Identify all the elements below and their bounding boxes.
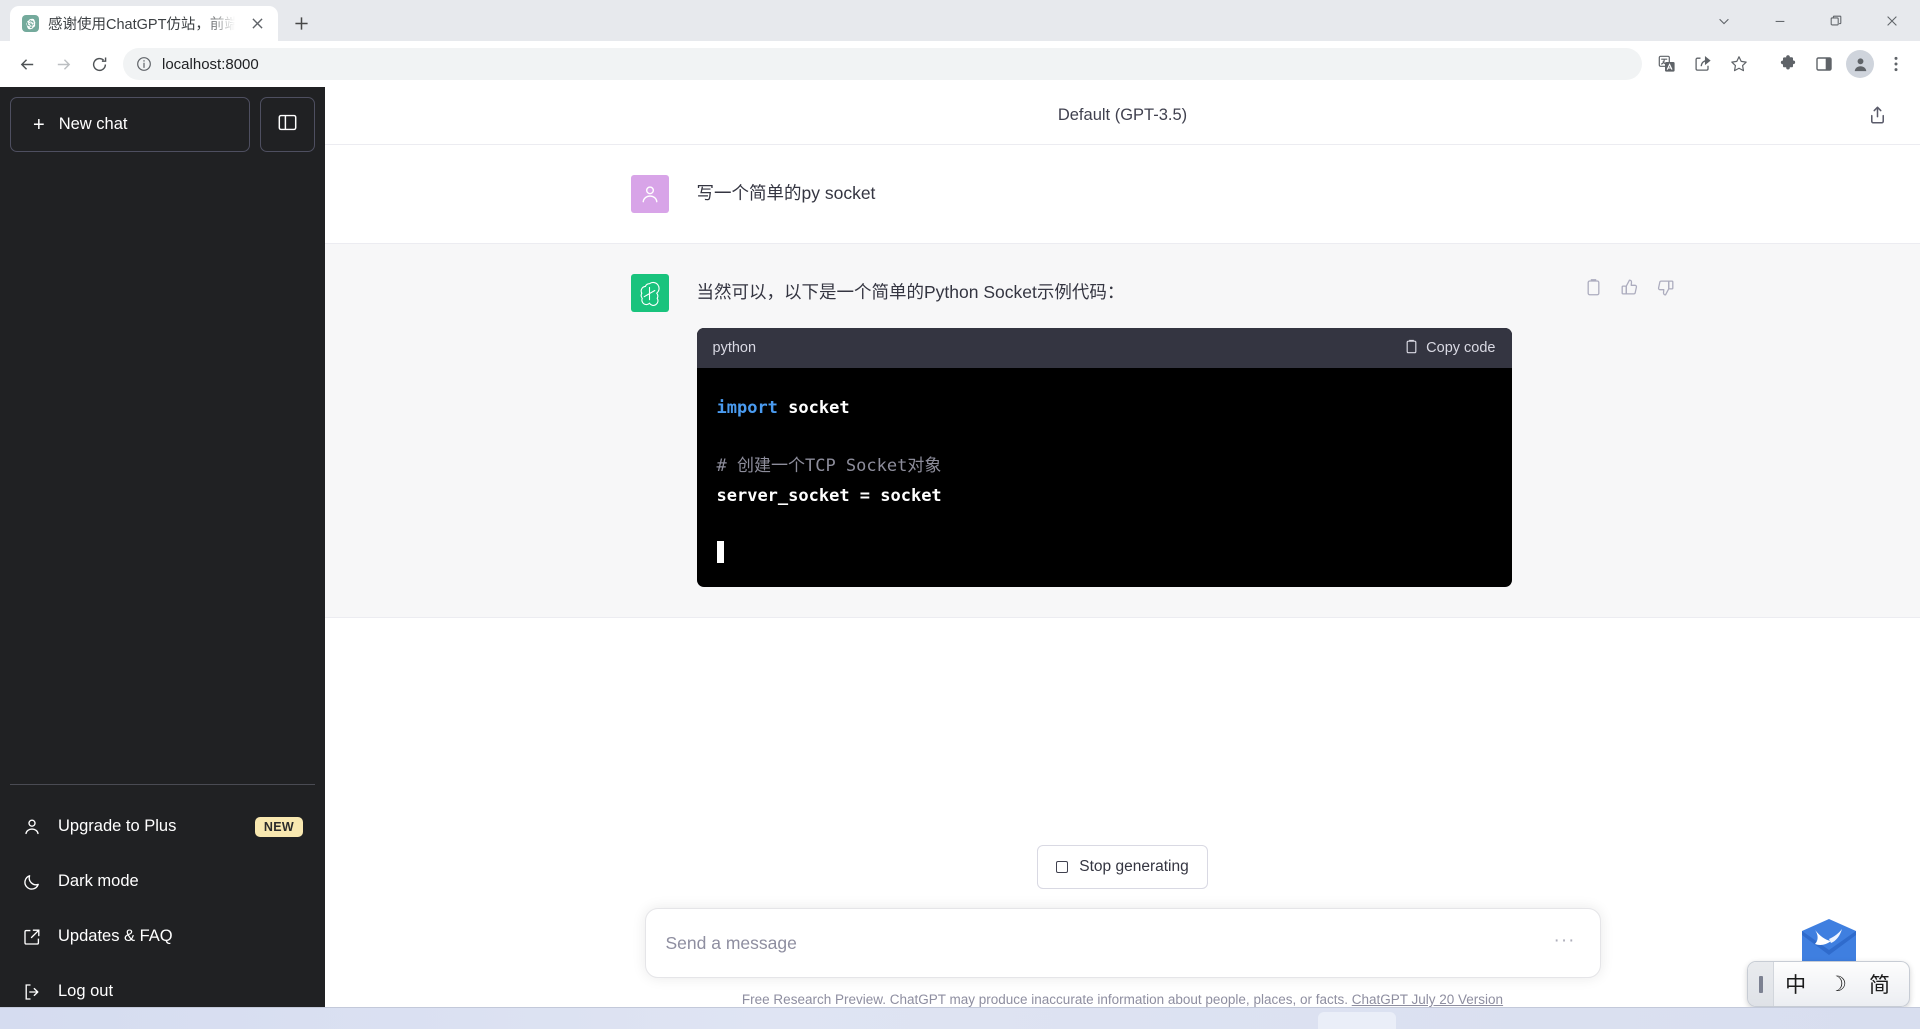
sidebar-top: + New chat bbox=[10, 97, 315, 152]
user-avatar bbox=[630, 175, 669, 213]
profile-avatar[interactable] bbox=[1846, 50, 1874, 78]
forward-icon[interactable] bbox=[46, 47, 80, 81]
share-page-icon[interactable] bbox=[1687, 48, 1719, 80]
version-link[interactable]: ChatGPT July 20 Version bbox=[1352, 992, 1503, 1007]
typing-caret bbox=[716, 541, 724, 564]
tab-search-chevron-icon[interactable] bbox=[1696, 0, 1752, 41]
chatgpt-favicon bbox=[22, 15, 39, 32]
sidebar-item-label: Dark mode bbox=[58, 872, 139, 890]
copy-icon[interactable] bbox=[1584, 278, 1603, 297]
main-panel: Default (GPT-3.5) 写一个简单的py socket 当然可以，以… bbox=[325, 87, 1920, 1029]
new-chat-button[interactable]: + New chat bbox=[10, 97, 250, 152]
code-language-label: python bbox=[712, 340, 757, 356]
code-block-header: python Copy code bbox=[696, 328, 1512, 368]
translate-icon[interactable] bbox=[1651, 48, 1683, 80]
side-panel-toggle-icon bbox=[277, 112, 298, 138]
code-token-comment: # 创建一个TCP Socket对象 bbox=[716, 456, 942, 477]
chatgpt-app: + New chat Upgrade to Plus NEW Dark mode… bbox=[0, 87, 1920, 1029]
ime-drag-handle[interactable] bbox=[1748, 962, 1775, 1006]
taskbar-window-tile[interactable] bbox=[1318, 1012, 1396, 1029]
ime-simplified-toggle[interactable]: 简 bbox=[1858, 969, 1901, 999]
window-controls bbox=[1696, 0, 1920, 41]
message-assistant: 当然可以，以下是一个简单的Python Socket示例代码： python C… bbox=[325, 243, 1920, 619]
address-bar[interactable]: localhost:8000 bbox=[123, 48, 1642, 80]
mail-app-icon[interactable] bbox=[1798, 917, 1860, 967]
new-chat-label: New chat bbox=[58, 115, 128, 133]
share-chat-icon[interactable] bbox=[1862, 101, 1892, 131]
moon-icon bbox=[22, 872, 42, 892]
user-message-text: 写一个简单的py socket bbox=[696, 183, 876, 203]
assistant-message-text: 当然可以，以下是一个简单的Python Socket示例代码： bbox=[696, 282, 1125, 302]
stop-generating-wrap: Stop generating bbox=[325, 845, 1920, 889]
sidebar-item-dark-mode[interactable]: Dark mode bbox=[10, 854, 315, 909]
logout-icon bbox=[22, 982, 42, 1002]
disclaimer: Free Research Preview. ChatGPT may produ… bbox=[325, 992, 1920, 1007]
browser-tab-title: 感谢使用ChatGPT仿站，前端高仿 bbox=[48, 17, 237, 33]
back-icon[interactable] bbox=[10, 47, 44, 81]
sidebar-item-label: Upgrade to Plus bbox=[58, 817, 177, 835]
ime-moon-icon[interactable]: ☽ bbox=[1817, 972, 1858, 996]
sidebar: + New chat Upgrade to Plus NEW Dark mode… bbox=[0, 87, 325, 1029]
sidebar-item-upgrade-to-plus[interactable]: Upgrade to Plus NEW bbox=[10, 799, 315, 854]
browser-tab[interactable]: 感谢使用ChatGPT仿站，前端高仿 bbox=[10, 6, 278, 41]
message-action-bar bbox=[1584, 278, 1675, 297]
os-taskbar bbox=[0, 1007, 1920, 1029]
disclaimer-text: Free Research Preview. ChatGPT may produ… bbox=[741, 992, 1352, 1007]
ime-language-toggle[interactable]: 中 bbox=[1774, 969, 1817, 999]
chat-header: Default (GPT-3.5) bbox=[325, 87, 1920, 145]
composer-more-icon[interactable]: ··· bbox=[1554, 931, 1576, 956]
restore-icon[interactable] bbox=[1808, 0, 1864, 41]
stop-generating-button[interactable]: Stop generating bbox=[1037, 845, 1208, 889]
clipboard-icon bbox=[1404, 339, 1419, 358]
code-block: python Copy code import socket # 创建一个TCP… bbox=[696, 328, 1512, 588]
new-tab-button[interactable] bbox=[284, 6, 318, 40]
person-icon bbox=[22, 817, 42, 837]
close-tab-icon[interactable] bbox=[246, 13, 268, 35]
sidebar-footer: Upgrade to Plus NEW Dark mode Updates & … bbox=[10, 784, 315, 1019]
conversation-thread: 写一个简单的py socket 当然可以，以下是一个简单的Python Sock… bbox=[325, 145, 1920, 845]
model-selector-label[interactable]: Default (GPT-3.5) bbox=[1058, 106, 1187, 125]
sidebar-item-updates-faq[interactable]: Updates & FAQ bbox=[10, 909, 315, 964]
copy-code-label: Copy code bbox=[1426, 340, 1496, 356]
toolbar-divider bbox=[1763, 53, 1764, 75]
code-token-keyword: import bbox=[716, 398, 778, 418]
extensions-puzzle-icon[interactable] bbox=[1772, 48, 1804, 80]
close-window-icon[interactable] bbox=[1864, 0, 1920, 41]
composer-zone: Stop generating ··· Free Research Previe… bbox=[325, 845, 1920, 1029]
reload-icon[interactable] bbox=[82, 47, 116, 81]
address-bar-url: localhost:8000 bbox=[162, 55, 259, 73]
code-token-plain: server_socket = socket bbox=[716, 485, 942, 506]
sidebar-item-label: Updates & FAQ bbox=[58, 927, 173, 945]
chatgpt-avatar bbox=[630, 274, 669, 312]
message-user: 写一个简单的py socket bbox=[325, 145, 1920, 243]
conversation-list bbox=[10, 152, 315, 784]
stop-square-icon bbox=[1056, 861, 1069, 873]
copy-code-button[interactable]: Copy code bbox=[1404, 339, 1496, 358]
thumbs-up-icon[interactable] bbox=[1620, 278, 1639, 297]
plus-icon: + bbox=[33, 113, 45, 136]
sidebar-toggle-button[interactable] bbox=[260, 97, 315, 152]
side-panel-icon[interactable] bbox=[1808, 48, 1840, 80]
message-input[interactable] bbox=[665, 932, 1554, 954]
message-composer[interactable]: ··· bbox=[644, 908, 1601, 978]
code-token-rest: socket bbox=[777, 398, 850, 418]
thumbs-down-icon[interactable] bbox=[1656, 278, 1675, 297]
minimize-icon[interactable] bbox=[1752, 0, 1808, 41]
site-info-icon[interactable] bbox=[136, 56, 152, 72]
toolbar-icons bbox=[1651, 48, 1912, 80]
status-badge: NEW bbox=[254, 816, 303, 837]
code-block-content: import socket # 创建一个TCP Socket对象 server_… bbox=[697, 368, 1512, 587]
sidebar-item-label: Log out bbox=[58, 982, 114, 1000]
external-link-icon bbox=[22, 927, 42, 947]
stop-generating-label: Stop generating bbox=[1079, 858, 1189, 875]
browser-tab-strip: 感谢使用ChatGPT仿站，前端高仿 bbox=[0, 0, 1920, 41]
ime-floating-bar[interactable]: 中 ☽ 简 bbox=[1747, 961, 1910, 1007]
browser-toolbar: localhost:8000 bbox=[0, 41, 1920, 87]
chrome-menu-icon[interactable] bbox=[1880, 48, 1912, 80]
bookmark-star-icon[interactable] bbox=[1723, 48, 1755, 80]
